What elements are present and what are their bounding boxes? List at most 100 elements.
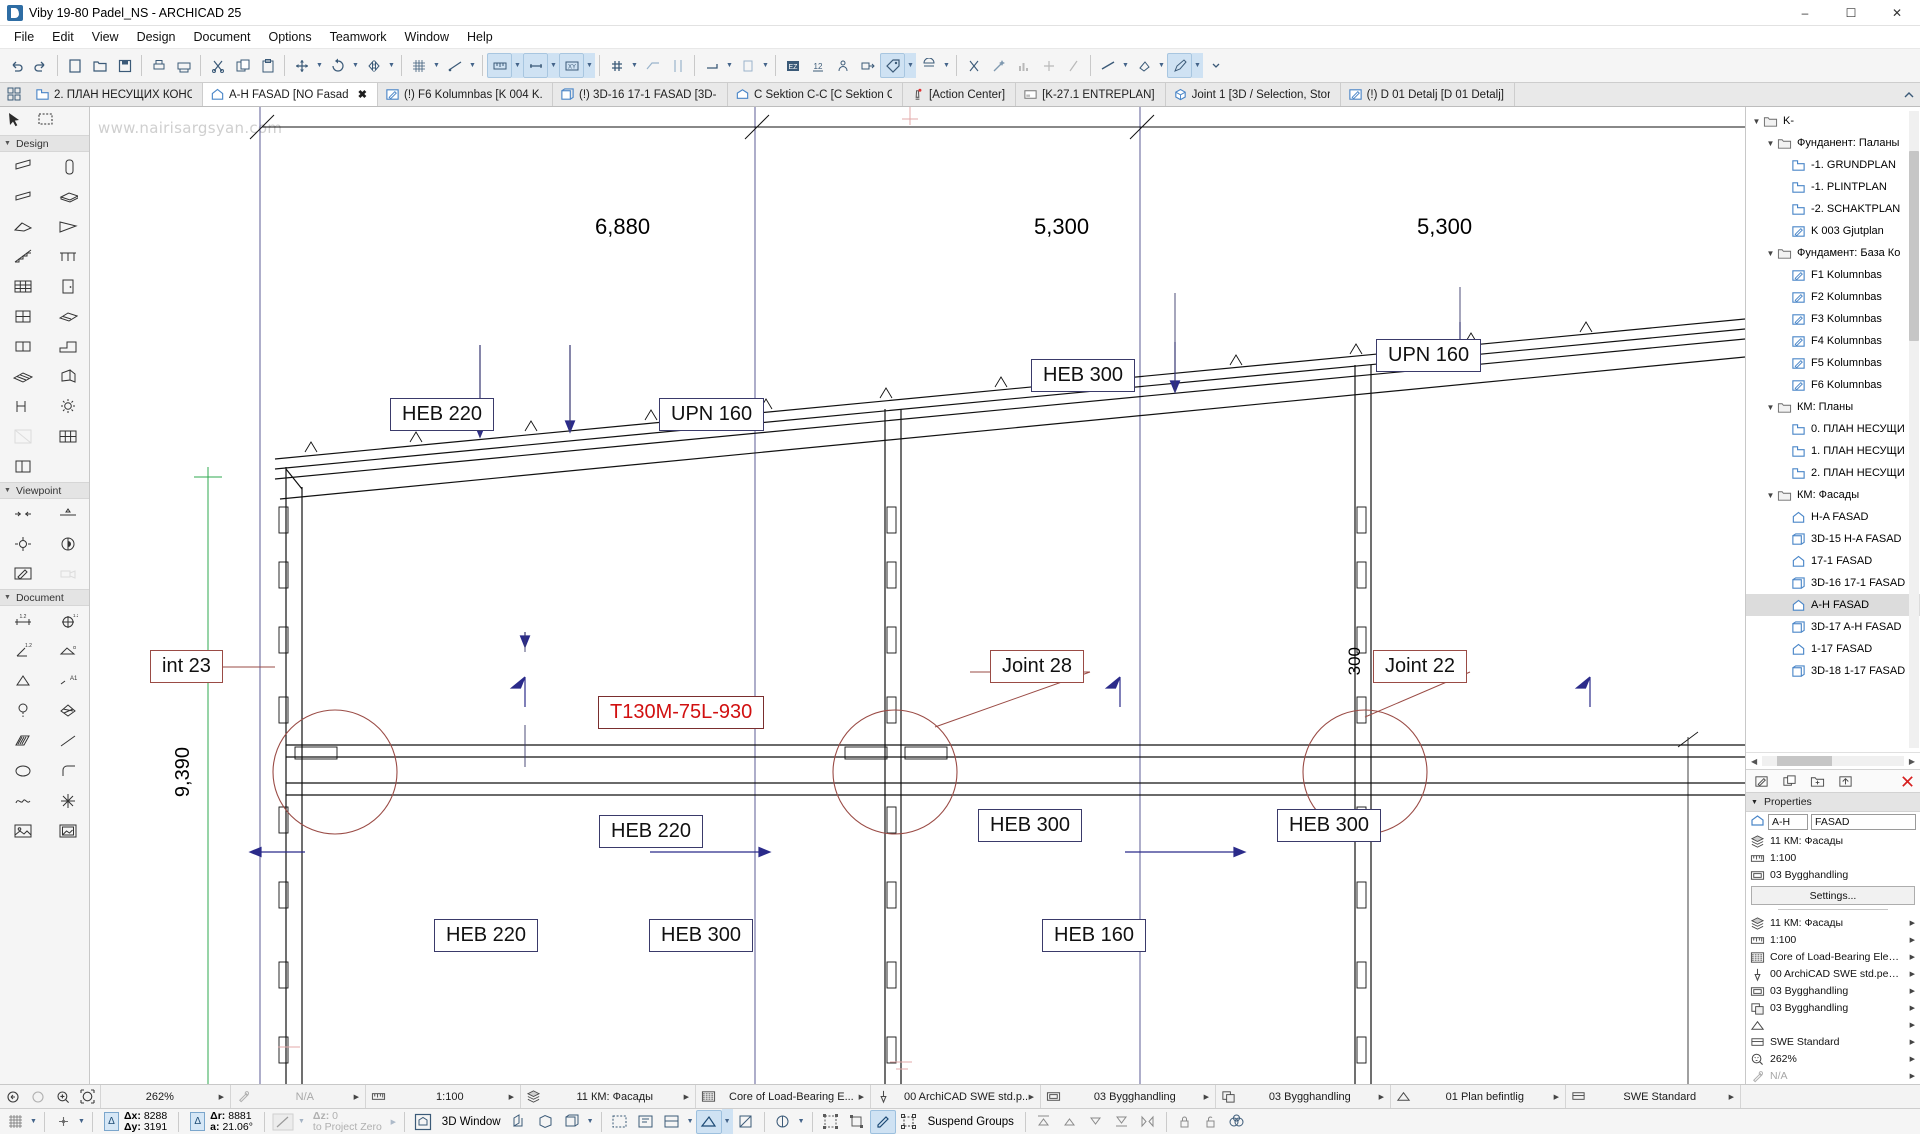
chevron-down-icon[interactable]: ▼ [1764, 249, 1777, 258]
gravity-icon[interactable] [270, 1110, 296, 1134]
chevron-right-icon[interactable]: ▶ [1910, 1072, 1920, 1080]
dimension-tool-caret-icon[interactable]: ▼ [548, 53, 559, 78]
annotation-callout[interactable]: HEB 300 [649, 919, 754, 952]
annotation-callout[interactable]: Joint 22 [1373, 650, 1468, 683]
renovation-filter-bar-icon[interactable] [659, 1110, 685, 1134]
palette-section-header[interactable]: ▼ Document [0, 589, 89, 606]
send-backward-icon[interactable] [1083, 1110, 1109, 1134]
ungroup-icon[interactable] [844, 1110, 870, 1134]
3d-document-tool[interactable] [45, 529, 89, 559]
menu-window[interactable]: Window [396, 27, 458, 47]
navigator-item[interactable]: A-H FASAD [1746, 594, 1920, 616]
property-quick-row[interactable]: 1:100 [1746, 849, 1920, 866]
palette-section-header[interactable]: ▼ Viewpoint [0, 482, 89, 499]
plot-icon[interactable] [171, 53, 196, 78]
collapse-triangle-icon[interactable]: ▼ [1751, 799, 1758, 806]
menu-edit[interactable]: Edit [43, 27, 83, 47]
perspective-icon[interactable] [533, 1110, 559, 1134]
tag-icon[interactable] [880, 53, 905, 78]
navigator-item[interactable]: 3D-18 1-17 FASAD [1746, 660, 1920, 682]
annotation-callout[interactable]: Joint 28 [990, 650, 1085, 683]
chevron-down-icon[interactable]: ▼ [1764, 491, 1777, 500]
property-row[interactable]: SWE Standard ▶ [1746, 1033, 1920, 1050]
zoom-in-icon[interactable] [50, 1090, 75, 1104]
navigator-item[interactable]: 3D-15 H-A FASAD [1746, 528, 1920, 550]
collapse-triangle-icon[interactable]: ▼ [4, 487, 11, 494]
new-project-icon[interactable] [62, 53, 87, 78]
collapse-triangle-icon[interactable]: ▼ [4, 140, 11, 147]
status-segment[interactable]: 00 ArchiCAD SWE std.p... ▶ [871, 1084, 1041, 1109]
scissors-icon[interactable] [961, 53, 986, 78]
marquee-tool-icon[interactable] [37, 111, 54, 131]
figure-tool[interactable] [0, 816, 45, 846]
element-name-field[interactable]: FASAD [1811, 814, 1916, 830]
intersect-icon[interactable] [604, 53, 629, 78]
z-reference-caret-icon[interactable]: ▶ [388, 1109, 399, 1134]
label-count-icon[interactable]: 12 [805, 53, 830, 78]
stair-tool[interactable] [0, 242, 45, 272]
chevron-down-icon[interactable]: ▼ [1750, 117, 1763, 126]
annotation-callout[interactable]: HEB 220 [434, 919, 539, 952]
tab-grid-icon[interactable] [0, 83, 28, 106]
gravity-caret-icon[interactable]: ▼ [296, 1109, 307, 1134]
chevron-right-icon[interactable]: ▶ [1910, 1004, 1920, 1012]
menu-file[interactable]: File [5, 27, 43, 47]
adjust-icon[interactable] [640, 53, 665, 78]
drawing-canvas[interactable]: www.nairisargsyan.com 6,880 5,300 5,300 … [90, 107, 1745, 1084]
arrow-tool-icon[interactable] [6, 111, 23, 131]
navigator-item[interactable]: F2 Kolumnbas [1746, 286, 1920, 308]
railing-tool[interactable] [45, 242, 89, 272]
chevron-right-icon[interactable]: ▶ [1910, 936, 1920, 944]
new-folder-icon[interactable] [1805, 774, 1830, 789]
element-info-icon[interactable]: EZ [780, 53, 805, 78]
annotation-callout[interactable]: T130M-75L-930 [598, 696, 765, 729]
navigator-item[interactable]: F5 Kolumnbas [1746, 352, 1920, 374]
chevron-right-icon[interactable]: ▶ [219, 1093, 230, 1101]
document-tab[interactable]: [Action Center] [903, 83, 1017, 106]
intersect-caret-icon[interactable]: ▼ [629, 53, 640, 78]
chevron-right-icon[interactable]: ▶ [1910, 919, 1920, 927]
mirror-caret-icon[interactable]: ▼ [386, 53, 397, 78]
line-tool[interactable] [45, 726, 89, 756]
navigator-item[interactable]: ▼ K- [1746, 110, 1920, 132]
section-tool[interactable] [0, 499, 45, 529]
lock-icon[interactable] [1172, 1110, 1198, 1134]
morph-tool[interactable] [45, 362, 89, 392]
level-dimension-tool[interactable] [0, 666, 45, 696]
partial-structure-caret-icon[interactable]: ▼ [721, 1109, 733, 1134]
redo-icon[interactable] [28, 53, 53, 78]
navigator-item[interactable]: F1 Kolumnbas [1746, 264, 1920, 286]
pen-color-icon[interactable] [1167, 53, 1192, 78]
zone-caret-icon[interactable]: ▼ [941, 53, 952, 78]
document-tab[interactable]: (!) D 01 Detalj [D 01 Detalj] [1340, 83, 1515, 106]
solid-operations-icon[interactable] [1224, 1110, 1250, 1134]
wall-join-icon[interactable] [699, 53, 724, 78]
linear-dimension-tool[interactable]: 1.2 [0, 606, 45, 636]
dz-value[interactable]: 0 [332, 1110, 338, 1122]
save-icon[interactable] [112, 53, 137, 78]
trace-caret-icon[interactable]: ▼ [796, 1109, 807, 1134]
wall-tool[interactable] [0, 152, 45, 182]
line-style-caret-icon[interactable]: ▼ [1120, 53, 1131, 78]
hatch-tool[interactable] [0, 726, 45, 756]
minimize-button[interactable]: – [1782, 0, 1828, 26]
mesh-tool[interactable] [0, 362, 45, 392]
snap-grid-icon[interactable] [2, 1110, 28, 1134]
lamp-tool[interactable] [45, 392, 89, 422]
property-row[interactable]: ▶ [1746, 1016, 1920, 1033]
camera-tool[interactable] [45, 559, 89, 589]
chevron-down-icon[interactable]: ▼ [1764, 139, 1777, 148]
navigator-item[interactable]: F3 Kolumnbas [1746, 308, 1920, 330]
delta-polar-icon[interactable]: Δ [190, 1112, 206, 1131]
zone-stamp-tool[interactable] [0, 696, 45, 726]
navigator-h-scroll[interactable]: ◀ ▶ [1746, 752, 1920, 769]
chevron-right-icon[interactable]: ▶ [1910, 970, 1920, 978]
elevation-dimension-tool[interactable]: α [45, 636, 89, 666]
snap-point-caret-icon[interactable]: ▼ [76, 1109, 87, 1134]
guide-line-caret-icon[interactable]: ▼ [467, 53, 478, 78]
menu-options[interactable]: Options [259, 27, 320, 47]
spline-tool[interactable] [0, 786, 45, 816]
chevron-right-icon[interactable]: ▶ [1910, 1055, 1920, 1063]
document-tab[interactable]: Joint 1 [3D / Selection, Stor... [1165, 83, 1341, 106]
settings-icon[interactable] [1749, 774, 1774, 789]
